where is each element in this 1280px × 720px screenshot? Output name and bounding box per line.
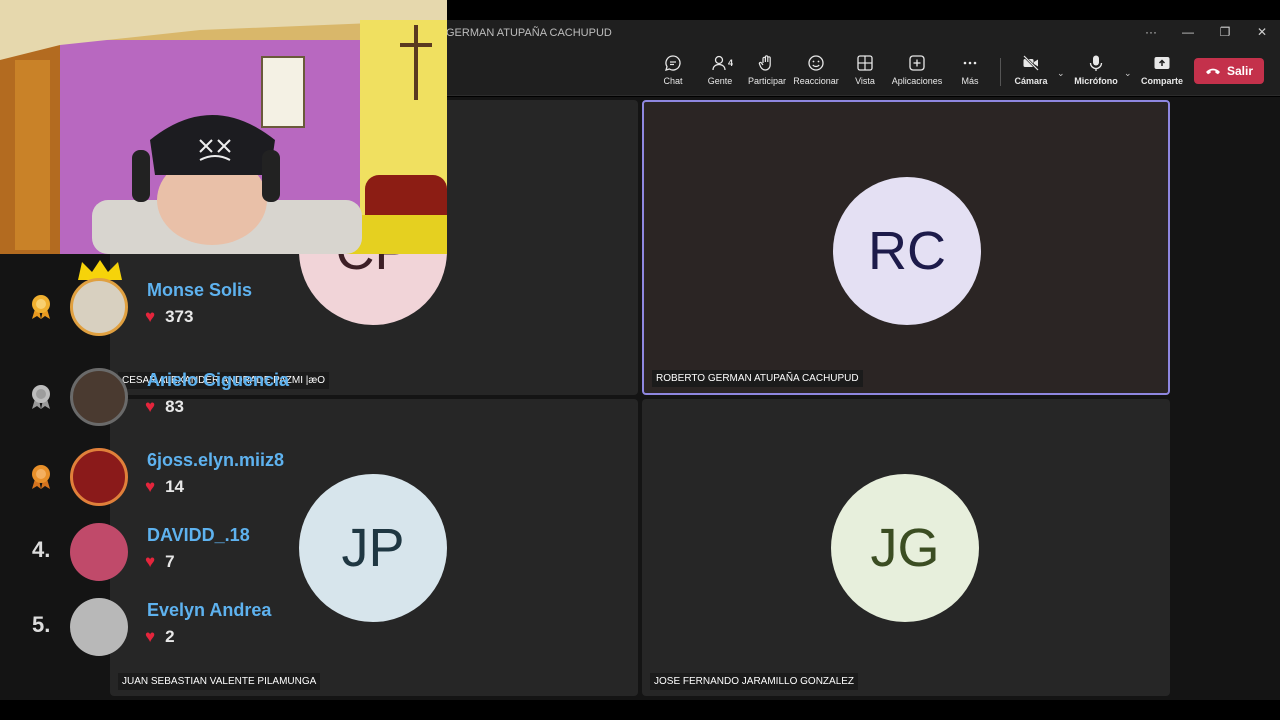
like-count: 14 — [165, 477, 185, 496]
view-label: Vista — [855, 76, 875, 86]
participant-tile-active-speaker[interactable]: RC ROBERTO GERMAN ATUPAÑA CACHUPUD — [642, 100, 1170, 395]
window-title: GERMAN ATUPAÑA CACHUPUD — [446, 27, 612, 39]
apps-button[interactable]: Aplicaciones — [891, 54, 943, 86]
avatar: JP — [299, 474, 447, 622]
participant-name: JOSE FERNANDO JARAMILLO GONZALEZ — [650, 673, 859, 690]
apps-label: Aplicaciones — [891, 76, 943, 86]
minimize-button[interactable]: — — [1173, 25, 1203, 39]
avatar — [70, 598, 128, 656]
close-button[interactable]: ✕ — [1247, 25, 1277, 39]
microphone-icon — [1089, 55, 1103, 71]
avatar: RC — [833, 177, 981, 325]
like-count: 83 — [165, 397, 185, 416]
share-button[interactable]: Comparte — [1141, 54, 1183, 86]
react-label: Reaccionar — [793, 76, 839, 86]
rank-number: 5. — [32, 612, 51, 637]
chat-button[interactable]: Chat — [660, 54, 686, 86]
leaderboard-likes: ♥ 7 — [145, 552, 175, 572]
raise-hand-button[interactable]: Participar — [746, 54, 788, 86]
leaderboard-row: 6joss.elyn.miiz8 ♥ 14 — [18, 446, 318, 508]
leave-label: Salir — [1226, 64, 1253, 78]
react-button[interactable]: Reaccionar — [793, 54, 839, 86]
chat-icon — [665, 55, 681, 71]
people-button[interactable]: 4 Gente — [704, 54, 736, 86]
microphone-button[interactable]: Micrófono — [1074, 54, 1118, 86]
participant-tile[interactable]: JG JOSE FERNANDO JARAMILLO GONZALEZ — [642, 399, 1170, 696]
leaderboard-username: Evelyn Andrea — [147, 600, 272, 620]
people-label: Gente — [707, 76, 733, 86]
microphone-label: Micrófono — [1074, 76, 1118, 86]
view-button[interactable]: Vista — [853, 54, 877, 86]
share-label: Comparte — [1141, 76, 1184, 86]
heart-icon: ♥ — [145, 307, 156, 326]
gold-medal-icon — [32, 295, 50, 319]
leaderboard-row: Monse Solis ♥ 373 — [18, 260, 318, 338]
leaderboard-username: Monse Solis — [147, 280, 253, 300]
camera-options-icon[interactable]: ⌄ — [1057, 68, 1065, 79]
leaderboard-username: DAVIDD_.18 — [147, 525, 250, 545]
leaderboard-username: 6joss.elyn.miiz8 — [147, 450, 285, 470]
avatar — [70, 278, 128, 336]
rank-number: 4. — [32, 537, 51, 562]
camera-button[interactable]: Cámara — [1014, 54, 1048, 86]
more-button[interactable]: Más — [957, 54, 983, 86]
more-icon — [963, 61, 977, 65]
silver-medal-icon — [32, 385, 50, 409]
like-count: 7 — [165, 552, 175, 571]
more-label: Más — [961, 76, 979, 86]
leaderboard-likes: ♥ 2 — [145, 627, 175, 647]
restore-button[interactable]: ❐ — [1210, 25, 1240, 39]
view-grid-icon — [857, 55, 873, 71]
people-icon — [712, 55, 726, 71]
more-window-icon[interactable]: ··· — [1136, 25, 1166, 39]
gift-leaderboard: Monse Solis ♥ 373 Arielo Ciguencia ♥ 83 6j… — [18, 260, 318, 666]
webcam-overlay — [0, 0, 447, 254]
emoji-icon — [808, 55, 824, 71]
like-count: 373 — [165, 307, 194, 326]
share-screen-icon — [1154, 57, 1170, 69]
avatar — [70, 448, 128, 506]
camera-off-icon — [1023, 55, 1039, 71]
microphone-options-icon[interactable]: ⌄ — [1124, 68, 1132, 79]
heart-icon: ♥ — [145, 397, 156, 416]
leaderboard-likes: ♥ 373 — [145, 307, 193, 327]
bronze-medal-icon — [32, 465, 50, 489]
leaderboard-username: Arielo Ciguencia — [147, 370, 290, 390]
leaderboard-likes: ♥ 83 — [145, 397, 184, 417]
hang-up-icon — [1205, 68, 1220, 75]
avatar — [70, 368, 128, 426]
webcam-video — [0, 0, 447, 254]
raise-hand-label: Participar — [747, 76, 786, 86]
avatar: JG — [831, 474, 979, 622]
heart-icon: ♥ — [145, 552, 156, 571]
heart-icon: ♥ — [145, 477, 156, 496]
toolbar-divider — [1000, 58, 1001, 86]
participant-name: ROBERTO GERMAN ATUPAÑA CACHUPUD — [652, 370, 863, 387]
leaderboard-likes: ♥ 14 — [145, 477, 184, 497]
hand-icon — [758, 55, 771, 71]
leaderboard-row: 5. Evelyn Andrea ♥ 2 — [18, 596, 318, 658]
people-count: 4 — [728, 58, 734, 68]
leaderboard-row: Arielo Ciguencia ♥ 83 — [18, 366, 318, 428]
heart-icon: ♥ — [145, 627, 156, 646]
leave-button[interactable]: Salir — [1194, 58, 1264, 84]
avatar — [70, 523, 128, 581]
camera-label: Cámara — [1014, 76, 1048, 86]
participant-name: JUAN SEBASTIAN VALENTE PILAMUNGA — [118, 673, 321, 690]
chat-label: Chat — [663, 76, 683, 86]
add-app-icon — [909, 55, 925, 71]
leaderboard-row: 4. DAVIDD_.18 ♥ 7 — [18, 521, 318, 583]
like-count: 2 — [165, 627, 175, 646]
